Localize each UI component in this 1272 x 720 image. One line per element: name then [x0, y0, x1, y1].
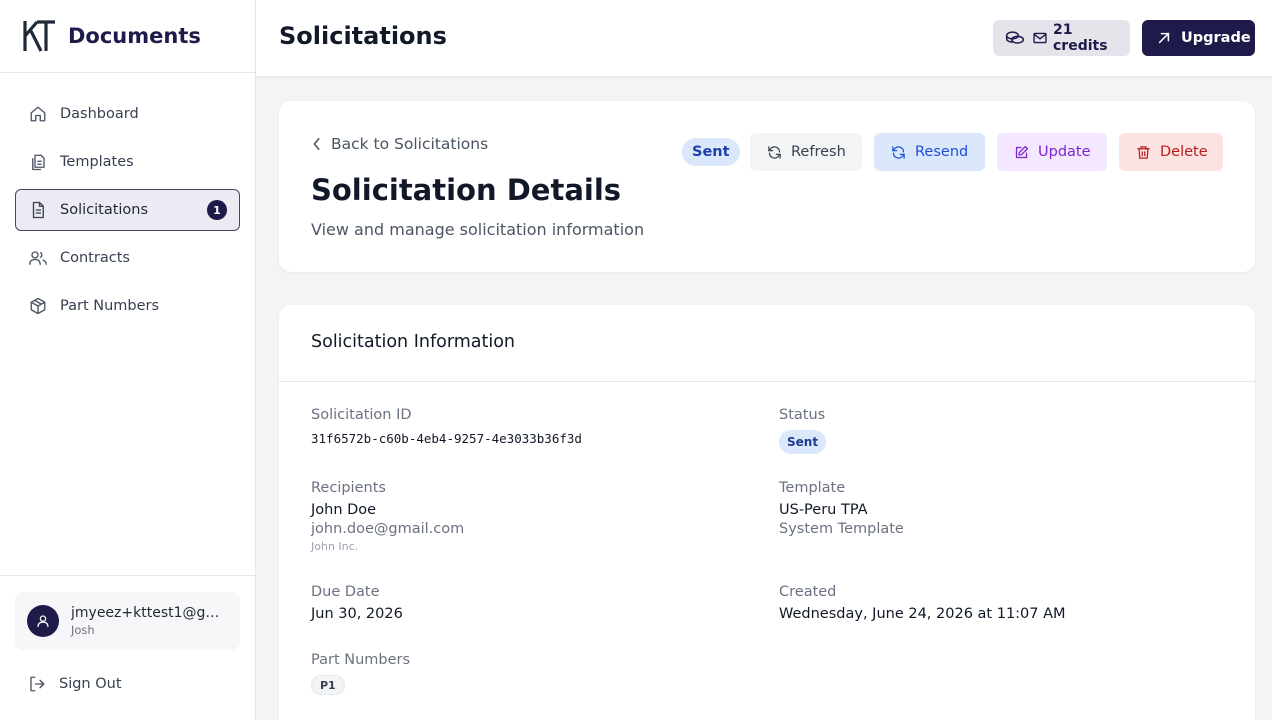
- sidebar-item-label: Contracts: [60, 250, 130, 266]
- user-card[interactable]: jmyeez+kttest1@gmail.com Josh: [15, 592, 240, 650]
- avatar: [27, 605, 59, 637]
- update-label: Update: [1038, 144, 1091, 160]
- sidebar-item-label: Dashboard: [60, 106, 139, 122]
- recipient-company: John Inc.: [311, 540, 359, 553]
- field-label: Due Date: [311, 584, 380, 600]
- users-icon: [28, 248, 48, 268]
- sign-out-label: Sign Out: [59, 676, 122, 692]
- field-due-date: Due Date Jun 30, 2026: [311, 584, 403, 622]
- upgrade-button[interactable]: Upgrade: [1142, 20, 1255, 56]
- sidebar-item-label: Solicitations: [60, 202, 149, 218]
- sidebar-item-part-numbers[interactable]: Part Numbers: [15, 285, 240, 327]
- delete-label: Delete: [1160, 144, 1208, 160]
- user-name: Josh: [71, 623, 95, 637]
- field-template: Template US-Peru TPA System Template: [779, 480, 904, 537]
- credits-label: 21 credits: [1053, 22, 1108, 54]
- package-icon: [28, 296, 48, 316]
- field-created: Created Wednesday, June 24, 2026 at 11:0…: [779, 584, 1066, 622]
- home-icon: [28, 104, 48, 124]
- due-date-value: Jun 30, 2026: [311, 606, 403, 622]
- details-title: Solicitation Details: [311, 173, 622, 207]
- sign-out-button[interactable]: Sign Out: [15, 664, 240, 704]
- mail-icon: [1033, 32, 1047, 44]
- solicitation-id-value: 31f6572b-c60b-4eb4-9257-4e3033b36f3d: [311, 431, 582, 446]
- created-value: Wednesday, June 24, 2026 at 11:07 AM: [779, 606, 1066, 622]
- chevron-left-icon: [311, 137, 323, 151]
- template-type: System Template: [779, 521, 904, 537]
- solicitation-details-card: Back to Solicitations Solicitation Detai…: [279, 101, 1255, 272]
- solicitation-information-card: Solicitation Information Solicitation ID…: [279, 305, 1255, 720]
- field-recipients: Recipients John Doe john.doe@gmail.com J…: [311, 480, 464, 553]
- arrow-up-right-icon: [1157, 31, 1171, 45]
- resend-label: Resend: [915, 144, 969, 160]
- trash-icon: [1136, 145, 1151, 160]
- field-label: Recipients: [311, 480, 386, 496]
- back-to-solicitations-link[interactable]: Back to Solicitations: [311, 135, 488, 153]
- top-header: Solicitations 21 credits Upgrade: [256, 0, 1272, 77]
- user-info: jmyeez+kttest1@gmail.com Josh: [71, 605, 223, 637]
- edit-icon: [1014, 145, 1029, 160]
- details-subtitle: View and manage solicitation information: [311, 220, 645, 239]
- sidebar-item-dashboard[interactable]: Dashboard: [15, 93, 240, 135]
- sidebar-item-templates[interactable]: Templates: [15, 141, 240, 183]
- solicitations-count-badge: 1: [207, 200, 227, 220]
- recipient-email: john.doe@gmail.com: [311, 521, 465, 537]
- sidebar-item-label: Part Numbers: [60, 298, 160, 314]
- back-label: Back to Solicitations: [331, 135, 489, 153]
- document-icon: [28, 200, 48, 220]
- user-section: jmyeez+kttest1@gmail.com Josh Sign Out: [0, 575, 255, 720]
- refresh-icon: [891, 145, 906, 160]
- document-copy-icon: [28, 152, 48, 172]
- update-button[interactable]: Update: [997, 133, 1107, 171]
- upgrade-label: Upgrade: [1181, 30, 1251, 46]
- sidebar: Documents Dashboard Templates Solicitati…: [0, 0, 256, 720]
- brand-name: Documents: [68, 24, 201, 48]
- refresh-button[interactable]: Refresh: [750, 133, 862, 171]
- credits-button[interactable]: 21 credits: [993, 20, 1130, 56]
- coins-icon: [1005, 30, 1025, 46]
- part-number-badge: P1: [311, 675, 345, 695]
- field-label: Part Numbers: [311, 652, 411, 668]
- sidebar-item-label: Templates: [60, 154, 134, 170]
- sidebar-item-contracts[interactable]: Contracts: [15, 237, 240, 279]
- field-status: Status Sent: [779, 407, 827, 454]
- refresh-icon: [767, 145, 782, 160]
- user-email: jmyeez+kttest1@gmail.com: [71, 605, 223, 621]
- field-part-numbers: Part Numbers P1: [311, 652, 410, 695]
- status-badge: Sent: [682, 138, 740, 166]
- recipient-name: John Doe: [311, 502, 377, 518]
- kt-logo-icon: [22, 19, 56, 53]
- field-label: Created: [779, 584, 837, 600]
- refresh-label: Refresh: [791, 144, 846, 160]
- field-label: Template: [779, 480, 846, 496]
- field-solicitation-id: Solicitation ID 31f6572b-c60b-4eb4-9257-…: [311, 407, 582, 446]
- sidebar-item-solicitations[interactable]: Solicitations 1: [15, 189, 240, 231]
- brand[interactable]: Documents: [0, 0, 255, 73]
- resend-button[interactable]: Resend: [874, 133, 985, 171]
- section-heading: Solicitation Information: [279, 305, 1255, 382]
- field-label: Status: [779, 407, 826, 423]
- delete-button[interactable]: Delete: [1119, 133, 1223, 171]
- sidebar-nav: Dashboard Templates Solicitations 1 Cont…: [0, 73, 255, 353]
- field-label: Solicitation ID: [311, 407, 412, 423]
- template-name: US-Peru TPA: [779, 502, 868, 518]
- status-badge: Sent: [779, 430, 827, 454]
- page-title: Solicitations: [279, 22, 447, 50]
- sign-out-icon: [27, 674, 47, 694]
